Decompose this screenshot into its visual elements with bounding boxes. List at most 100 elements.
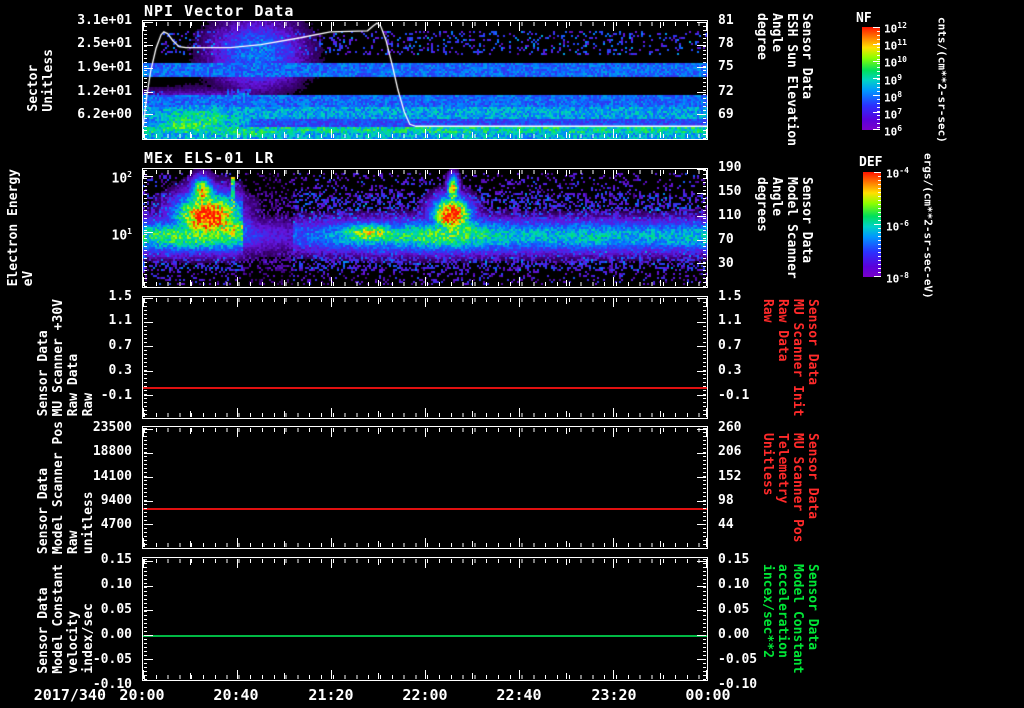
y-major-tick-left <box>144 92 153 93</box>
y-major-tick-right <box>697 395 706 396</box>
y-major-tick-right <box>697 586 706 587</box>
x-major-tick <box>425 559 426 568</box>
y-minor-ticks-right <box>703 170 706 288</box>
x-medium-tick <box>378 428 379 434</box>
y-tick-label-right: 78 <box>718 36 734 51</box>
y-major-tick-right <box>697 322 706 323</box>
nf-colorbar <box>862 27 880 130</box>
x-major-tick <box>519 408 520 417</box>
axis-title-text: Sensor Data MU Scanner Init Raw Data Raw <box>760 298 820 417</box>
axis-title-right-mu-scanner-30v: Sensor Data MU Scanner Init Raw Data Raw <box>758 296 822 419</box>
x-major-tick <box>425 129 426 138</box>
y-major-tick-right <box>697 263 706 264</box>
colorbar-major-tick <box>873 112 880 113</box>
y-major-tick-right <box>697 240 706 241</box>
x-major-tick <box>706 408 707 417</box>
axis-title-text: Sensor Data Model Scanner Pos Raw unitle… <box>36 420 96 555</box>
x-minor-ticks-top <box>144 22 708 26</box>
x-tick-label: 20:00 <box>119 686 165 704</box>
x-major-tick <box>237 170 238 179</box>
x-medium-tick <box>378 132 379 138</box>
y-tick-label-left: 1.2e+01 <box>77 84 132 99</box>
y-major-tick-right <box>697 561 706 562</box>
y-major-tick-left <box>144 524 153 525</box>
x-major-tick <box>331 170 332 179</box>
x-medium-tick <box>566 541 567 547</box>
x-major-tick <box>237 559 238 568</box>
colorbar-major-tick <box>873 44 880 45</box>
x-medium-tick <box>660 541 661 547</box>
y-major-tick-right <box>697 346 706 347</box>
x-tick-label: 23:20 <box>591 686 637 704</box>
y-tick-label-left: 1.9e+01 <box>77 60 132 75</box>
x-major-tick <box>519 22 520 31</box>
x-major-tick <box>519 277 520 286</box>
axis-title-text: Sensor Data MU Scanner Pos Telemetry Uni… <box>760 432 820 543</box>
colorbar-tick-label: 10-6 <box>886 219 909 234</box>
axis-title-text: Sensor Data Model Constant acceleration … <box>760 564 820 674</box>
x-medium-tick <box>566 673 567 679</box>
colorbar-tick-label: 10-4 <box>886 166 909 181</box>
y-tick-label-right: 0.7 <box>718 338 742 353</box>
axis-title-right-els: Sensor Data Model Scanner Angle degrees <box>752 168 816 288</box>
axis-title-right-npi: Sensor Data ESH Sun Elevation Angle degr… <box>752 13 816 146</box>
y-major-tick-right <box>697 371 706 372</box>
y-major-tick-right <box>697 524 706 525</box>
power-base: 10 <box>111 171 128 187</box>
panel-els-title: MEx ELS-01 LR <box>144 149 275 167</box>
y-tick-label-right: 190 <box>718 160 742 175</box>
x-medium-tick <box>378 280 379 286</box>
y-major-tick-left <box>144 114 153 115</box>
x-major-tick <box>706 277 707 286</box>
y-major-tick-right <box>697 114 706 115</box>
x-major-tick <box>706 170 707 179</box>
x-major-tick <box>613 298 614 307</box>
y-major-tick-left <box>144 68 153 69</box>
x-medium-tick <box>660 132 661 138</box>
x-minor-ticks-bottom <box>144 675 708 679</box>
x-medium-tick <box>472 170 473 176</box>
x-medium-tick <box>284 673 285 679</box>
y-major-tick-left <box>144 298 153 299</box>
colorbar-tick-label: 1011 <box>884 38 907 53</box>
x-medium-tick <box>566 559 567 565</box>
x-major-tick <box>237 129 238 138</box>
axis-title-left-scanner-pos: Sensor Data Model Scanner Pos Raw unitle… <box>34 421 98 554</box>
constant-value-line <box>143 387 707 389</box>
colorbar-tick-label: 1010 <box>884 55 907 70</box>
x-tick-label: 22:40 <box>496 686 542 704</box>
y-major-tick-right <box>697 298 706 299</box>
x-major-tick <box>519 129 520 138</box>
x-major-tick <box>425 298 426 307</box>
x-medium-tick <box>472 132 473 138</box>
x-major-tick <box>706 298 707 307</box>
x-major-tick <box>706 22 707 31</box>
power-exponent: 6 <box>897 124 903 133</box>
colorbar-title: DEF <box>859 155 883 170</box>
power-base: 10 <box>884 108 898 122</box>
y-major-tick-left <box>144 429 153 430</box>
colorbar-major-tick <box>873 27 880 28</box>
x-medium-tick <box>284 170 285 176</box>
x-major-tick <box>519 670 520 679</box>
y-major-tick-right <box>697 635 706 636</box>
x-major-tick <box>237 538 238 547</box>
power-exponent: 2 <box>127 170 132 179</box>
x-medium-tick <box>190 170 191 176</box>
x-major-tick <box>237 298 238 307</box>
power-exponent: 11 <box>897 38 907 47</box>
x-medium-tick <box>378 22 379 28</box>
colorbar-tick-label: 10-8 <box>886 271 909 286</box>
x-major-tick <box>331 559 332 568</box>
axis-title-left-npi: Sector Unitless <box>24 20 58 140</box>
x-major-tick <box>519 298 520 307</box>
x-major-tick <box>706 428 707 437</box>
y-tick-label-right: 110 <box>718 208 742 223</box>
x-medium-tick <box>284 559 285 565</box>
axis-title-text: Sector Unitless <box>26 48 56 112</box>
x-medium-tick <box>566 428 567 434</box>
y-major-tick-right <box>697 193 706 194</box>
axis-title-text: Sensor Data MU Scanner +30V Raw Data Raw <box>36 298 96 417</box>
x-medium-tick <box>660 22 661 28</box>
x-medium-tick <box>284 280 285 286</box>
